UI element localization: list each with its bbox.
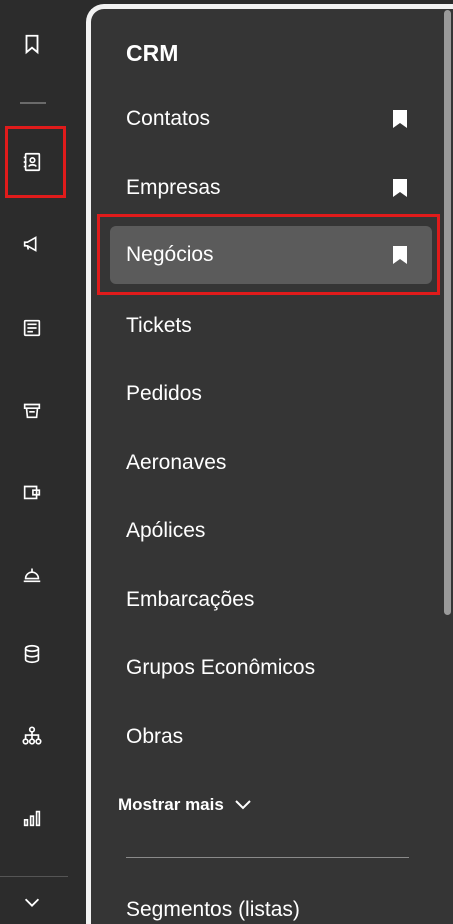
rail-bottom-divider: [0, 876, 68, 877]
menu-item-obras[interactable]: Obras: [110, 708, 432, 766]
menu-item-contatos[interactable]: Contatos: [110, 90, 432, 148]
service-bell-icon[interactable]: [14, 556, 50, 592]
wallet-icon[interactable]: [14, 474, 50, 510]
menu-item-grupos-economicos[interactable]: Grupos Econômicos: [110, 639, 432, 697]
menu-item-label: Grupos Econômicos: [126, 656, 316, 679]
menu-item-label: Pedidos: [126, 382, 202, 405]
menu-item-pedidos[interactable]: Pedidos: [110, 365, 432, 423]
database-icon[interactable]: [14, 636, 50, 672]
menu-item-empresas[interactable]: Empresas: [110, 159, 432, 217]
chevron-down-icon: [235, 800, 251, 810]
megaphone-icon[interactable]: [14, 226, 50, 262]
show-more-button[interactable]: Mostrar mais: [118, 795, 252, 815]
rail-divider: [20, 102, 46, 104]
bar-chart-icon[interactable]: [14, 800, 50, 836]
menu-item-tickets[interactable]: Tickets: [110, 297, 432, 355]
bookmark-icon[interactable]: [14, 26, 50, 62]
menu-item-label: Tickets: [126, 314, 192, 337]
basket-icon[interactable]: [14, 392, 50, 428]
menu-item-label: Empresas: [126, 176, 221, 199]
menu-item-label: Apólices: [126, 519, 206, 542]
panel-scrollbar[interactable]: [444, 10, 451, 615]
menu-item-label: Obras: [126, 725, 184, 748]
menu-item-apolices[interactable]: Apólices: [110, 502, 432, 560]
bookmark-filled-icon[interactable]: [392, 178, 408, 198]
menu-item-label: Contatos: [126, 107, 211, 130]
menu-item-label: Aeronaves: [126, 451, 227, 474]
menu-item-aeronaves[interactable]: Aeronaves: [110, 434, 432, 492]
org-chart-icon[interactable]: [14, 718, 50, 754]
show-more-label: Mostrar mais: [118, 795, 224, 814]
panel-title: CRM: [126, 40, 179, 66]
highlight-box-item: [97, 214, 440, 295]
highlight-box-rail: [5, 126, 66, 198]
bookmark-filled-icon[interactable]: [392, 109, 408, 129]
menu-item-label: Embarcações: [126, 588, 255, 611]
chevron-down-icon[interactable]: [14, 884, 50, 920]
newspaper-icon[interactable]: [14, 310, 50, 346]
menu-item-embarcacoes[interactable]: Embarcações: [110, 571, 432, 629]
menu-item-segmentos[interactable]: Segmentos (listas): [126, 898, 300, 922]
panel-divider: [126, 857, 409, 858]
